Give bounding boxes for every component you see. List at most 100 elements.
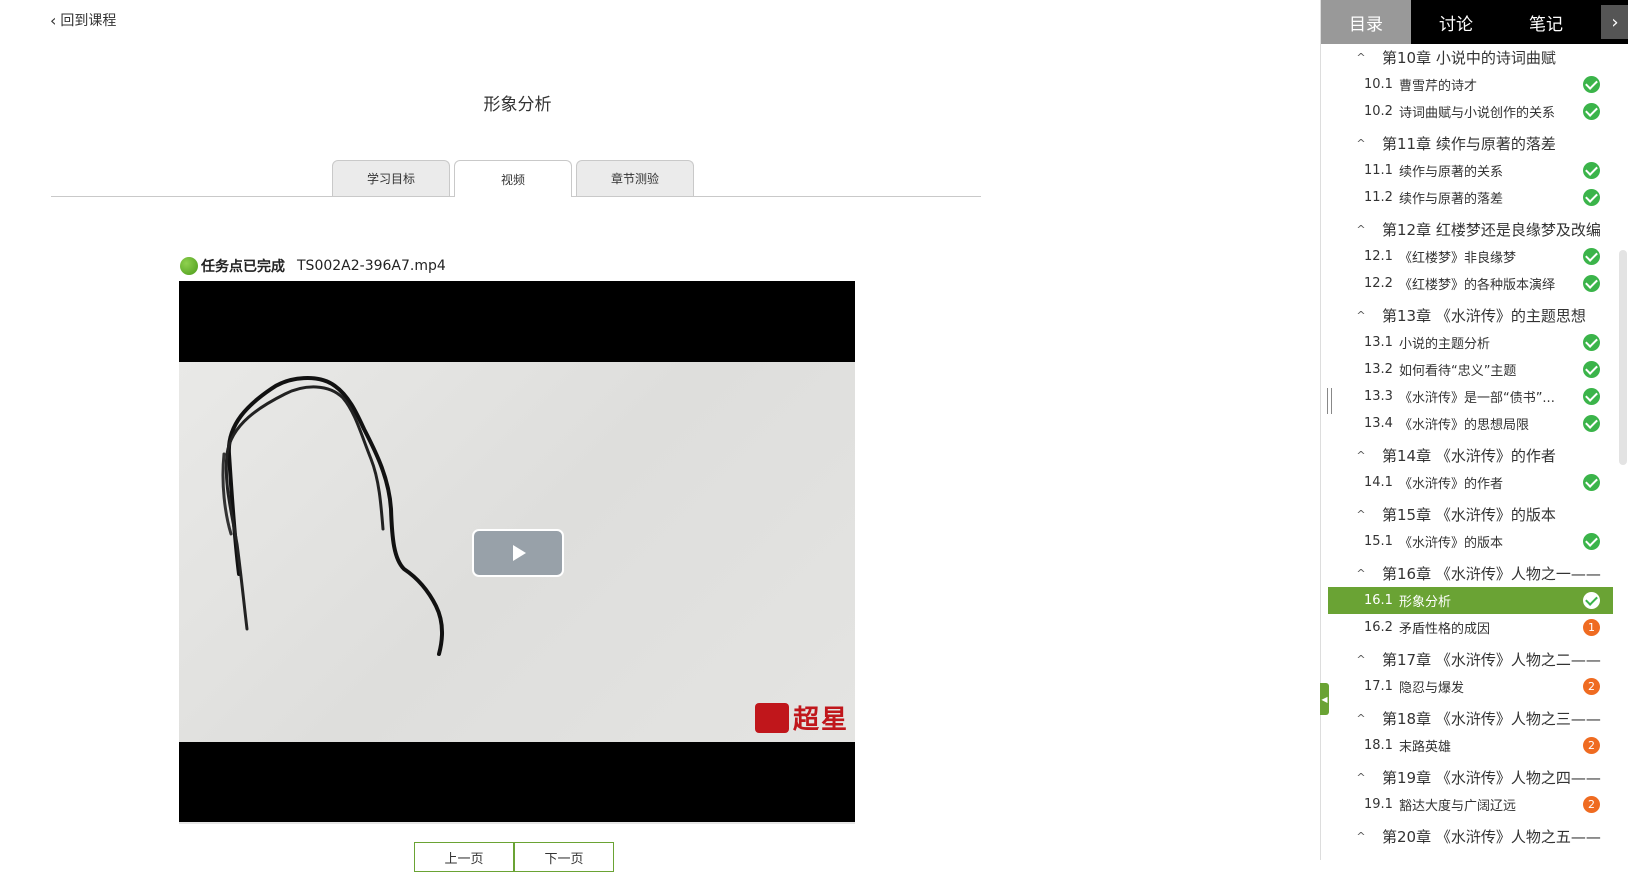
section-number: 12.2 — [1364, 276, 1393, 291]
section-title: 《红楼梦》非良缘梦 — [1398, 251, 1516, 266]
toc-section[interactable]: 14.1 《水浒传》的作者 — [1328, 469, 1613, 496]
expand-handle-icon[interactable]: ◀ — [1320, 683, 1329, 715]
sidebar-tab-catalog[interactable]: 目录 — [1321, 0, 1411, 44]
chapter-title: 第16章 《水浒传》人物之一—— — [1382, 565, 1601, 583]
completed-dot-icon — [180, 257, 198, 275]
check-complete-icon — [1583, 248, 1600, 265]
section-number: 11.2 — [1364, 190, 1393, 205]
sidebar-tabs: 目录 讨论 笔记 › — [1321, 0, 1628, 44]
video-player[interactable]: 超星 — [179, 281, 855, 822]
chevron-up-icon[interactable]: ^ — [1350, 137, 1372, 150]
toc-scrollbar[interactable] — [1619, 250, 1627, 465]
toc-section[interactable]: 13.2 如何看待“忠义”主题 — [1328, 356, 1613, 383]
resize-grip-icon[interactable] — [1327, 388, 1332, 414]
toc-section[interactable]: 17.1 隐忍与爆发 2 — [1328, 673, 1613, 700]
section-title: 《红楼梦》的各种版本演绎 — [1398, 278, 1555, 293]
toc-section[interactable]: 13.1 小说的主题分析 — [1328, 329, 1613, 356]
play-button[interactable] — [472, 529, 564, 577]
chaoxing-watermark: 超星 — [754, 699, 849, 736]
check-complete-icon — [1583, 334, 1600, 351]
toc-section[interactable]: 15.1 《水浒传》的版本 — [1328, 528, 1613, 555]
section-title: 如何看待“忠义”主题 — [1398, 364, 1517, 379]
section-number: 19.1 — [1364, 797, 1393, 812]
chapter-title: 第12章 红楼梦还是良缘梦及改编 — [1382, 221, 1601, 239]
chevron-up-icon[interactable]: ^ — [1350, 567, 1372, 580]
sidebar-tab-notes[interactable]: 笔记 — [1501, 0, 1591, 44]
section-title: 诗词曲赋与小说创作的关系 — [1398, 106, 1555, 121]
section-number: 10.1 — [1364, 77, 1393, 92]
pager: 上一页 下一页 — [414, 842, 614, 872]
section-title: 《水浒传》的思想局限 — [1398, 418, 1529, 433]
back-label: 回到课程 — [60, 13, 117, 29]
chevron-up-icon[interactable]: ^ — [1350, 449, 1372, 462]
chevron-up-icon[interactable]: ^ — [1350, 51, 1372, 64]
toc-section[interactable]: 11.2 续作与原著的落差 — [1328, 184, 1613, 211]
toc-chapter[interactable]: ^ 第11章 续作与原著的落差 — [1328, 130, 1613, 157]
section-number: 11.1 — [1364, 163, 1393, 178]
check-complete-icon — [1583, 388, 1600, 405]
task-status-text: 任务点已完成 — [201, 259, 285, 275]
tab-learning-goals[interactable]: 学习目标 — [332, 160, 450, 196]
chevron-up-icon[interactable]: ^ — [1350, 712, 1372, 725]
toc-chapter[interactable]: ^ 第16章 《水浒传》人物之一—— — [1328, 560, 1613, 587]
toc-chapter[interactable]: ^ 第18章 《水浒传》人物之三—— — [1328, 705, 1613, 732]
section-number: 13.2 — [1364, 362, 1393, 377]
check-complete-icon — [1583, 592, 1600, 609]
toc-section[interactable]: 13.4 《水浒传》的思想局限 — [1328, 410, 1613, 437]
prev-page-button[interactable]: 上一页 — [414, 842, 514, 872]
watermark-text: 超星 — [792, 705, 849, 735]
chevron-up-icon[interactable]: ^ — [1350, 771, 1372, 784]
sidebar: 目录 讨论 笔记 › ^ 第10章 小说中的诗词曲赋 10.1 曹雪芹的诗才 10.2 诗… — [1320, 0, 1628, 860]
toc-section[interactable]: 12.1 《红楼梦》非良缘梦 — [1328, 243, 1613, 270]
toc-section[interactable]: 13.3 《水浒传》是一部“债书”... — [1328, 383, 1613, 410]
check-complete-icon — [1583, 474, 1600, 491]
toc-section[interactable]: 11.1 续作与原著的关系 — [1328, 157, 1613, 184]
section-title: 曹雪芹的诗才 — [1398, 79, 1477, 94]
table-of-contents: ^ 第10章 小说中的诗词曲赋 10.1 曹雪芹的诗才 10.2 诗词曲赋与小说创作的关系… — [1328, 44, 1613, 860]
toc-chapter[interactable]: ^ 第10章 小说中的诗词曲赋 — [1328, 44, 1613, 71]
chevron-up-icon[interactable]: ^ — [1350, 223, 1372, 236]
collapse-sidebar-icon[interactable]: › — [1601, 5, 1628, 39]
section-title: 形象分析 — [1398, 595, 1451, 610]
section-number: 14.1 — [1364, 475, 1393, 490]
check-complete-icon — [1583, 275, 1600, 292]
toc-section[interactable]: 19.1 豁达大度与广阔辽远 2 — [1328, 791, 1613, 818]
sidebar-tab-discussion[interactable]: 讨论 — [1411, 0, 1501, 44]
check-complete-icon — [1583, 533, 1600, 550]
check-complete-icon — [1583, 415, 1600, 432]
section-title: 续作与原著的关系 — [1398, 165, 1503, 180]
toc-section[interactable]: 10.2 诗词曲赋与小说创作的关系 — [1328, 98, 1613, 125]
section-number: 16.1 — [1364, 593, 1393, 608]
chevron-up-icon[interactable]: ^ — [1350, 830, 1372, 843]
toc-section[interactable]: 16.2 矛盾性格的成因 1 — [1328, 614, 1613, 641]
toc-chapter[interactable]: ^ 第19章 《水浒传》人物之四—— — [1328, 764, 1613, 791]
toc-chapter[interactable]: ^ 第20章 《水浒传》人物之五—— — [1328, 823, 1613, 850]
toc-chapter[interactable]: ^ 第17章 《水浒传》人物之二—— — [1328, 646, 1613, 673]
tab-chapter-quiz[interactable]: 章节测验 — [576, 160, 694, 196]
content-tabs: 学习目标 视频 章节测验 — [332, 160, 694, 197]
video-filename: TS002A2-396A7.mp4 — [297, 258, 446, 274]
toc-section[interactable]: 16.1 形象分析 — [1328, 587, 1613, 614]
section-title: 豁达大度与广阔辽远 — [1398, 799, 1516, 814]
toc-chapter[interactable]: ^ 第12章 红楼梦还是良缘梦及改编 — [1328, 216, 1613, 243]
toc-section[interactable]: 12.2 《红楼梦》的各种版本演绎 — [1328, 270, 1613, 297]
video-frame: 超星 — [179, 362, 855, 742]
back-to-course-link[interactable]: ‹ 回到课程 — [50, 10, 116, 30]
section-number: 13.4 — [1364, 416, 1393, 431]
check-complete-icon — [1583, 361, 1600, 378]
toc-chapter[interactable]: ^ 第15章 《水浒传》的版本 — [1328, 501, 1613, 528]
chevron-up-icon[interactable]: ^ — [1350, 508, 1372, 521]
toc-section[interactable]: 10.1 曹雪芹的诗才 — [1328, 71, 1613, 98]
section-number: 17.1 — [1364, 679, 1393, 694]
video-bottom-border — [179, 822, 855, 824]
task-count-badge: 1 — [1583, 619, 1600, 636]
chevron-up-icon[interactable]: ^ — [1350, 309, 1372, 322]
toc-chapter[interactable]: ^ 第13章 《水浒传》的主题思想 — [1328, 302, 1613, 329]
chevron-up-icon[interactable]: ^ — [1350, 653, 1372, 666]
toc-section[interactable]: 18.1 末路英雄 2 — [1328, 732, 1613, 759]
next-page-button[interactable]: 下一页 — [514, 842, 614, 872]
toc-chapter[interactable]: ^ 第14章 《水浒传》的作者 — [1328, 442, 1613, 469]
chapter-title: 第20章 《水浒传》人物之五—— — [1382, 828, 1601, 846]
tab-video[interactable]: 视频 — [454, 160, 572, 197]
check-complete-icon — [1583, 76, 1600, 93]
